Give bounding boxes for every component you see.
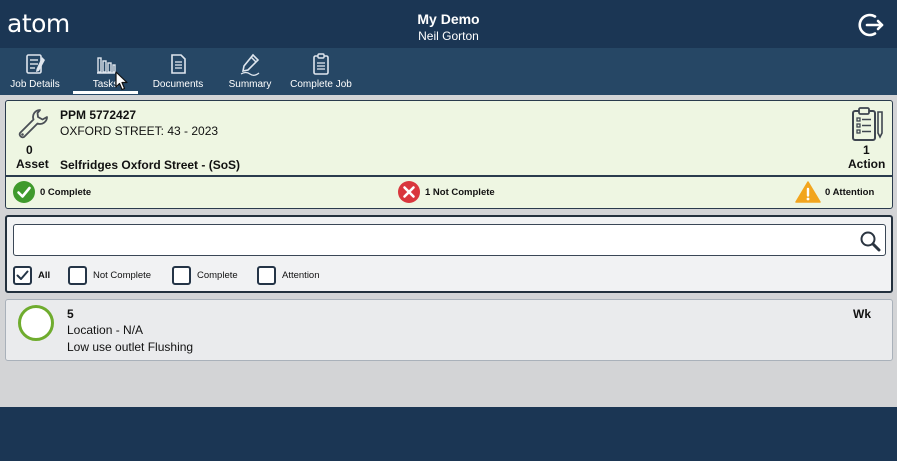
- tab-label: Summary: [228, 79, 272, 90]
- site-name: Selfridges Oxford Street - (SoS): [60, 158, 241, 172]
- filter-attention-checkbox[interactable]: Attention: [257, 265, 320, 285]
- check-circle-icon: [13, 181, 35, 203]
- documents-icon: [171, 54, 186, 74]
- asset-count: 0: [26, 143, 33, 157]
- filter-label: Not Complete: [93, 269, 152, 281]
- task-description: Low use outlet Flushing: [67, 340, 194, 354]
- summary-icon: [240, 53, 260, 76]
- active-tab-indicator: [73, 91, 138, 94]
- task-location: Location - N/A: [67, 323, 144, 337]
- tab-documents[interactable]: Documents: [150, 48, 206, 95]
- job-details-icon: [26, 54, 45, 74]
- filter-label: All: [38, 269, 51, 281]
- complete-job-icon: [313, 53, 329, 75]
- ppm-number: PPM 5772427: [60, 108, 137, 122]
- search-icon[interactable]: [859, 230, 881, 252]
- mouse-cursor-icon: [115, 71, 128, 91]
- job-street: OXFORD STREET: 43 - 2023: [60, 124, 219, 138]
- search-input[interactable]: [13, 224, 886, 256]
- task-number: 5: [67, 307, 74, 321]
- x-circle-icon: [398, 181, 420, 203]
- action-label: Action: [848, 157, 886, 171]
- task-filter-panel: All Not Complete Complete Attention: [5, 215, 893, 293]
- action-count: 1: [863, 143, 870, 157]
- attention-stat[interactable]: 0 Attention: [795, 179, 874, 205]
- tab-complete-job[interactable]: Complete Job: [288, 48, 354, 95]
- checkbox-unchecked[interactable]: [257, 265, 276, 285]
- app-header: atom My Demo Neil Gorton: [0, 0, 897, 48]
- tab-label: Complete Job: [290, 79, 352, 90]
- warning-icon: [795, 181, 821, 203]
- filter-not-complete-checkbox[interactable]: Not Complete: [68, 265, 151, 285]
- complete-stat[interactable]: 0 Complete: [12, 179, 91, 205]
- page-title: My Demo: [417, 11, 480, 27]
- check-icon: [16, 270, 29, 280]
- clipboard-icon: [852, 107, 883, 141]
- task-frequency: Wk: [853, 307, 871, 321]
- filter-label: Complete: [197, 269, 238, 281]
- filter-label: Attention: [282, 269, 320, 281]
- tab-label: Documents: [152, 79, 204, 90]
- tab-label: Job Details: [10, 79, 60, 90]
- user-name: Neil Gorton: [418, 29, 479, 43]
- tab-summary[interactable]: Summary: [224, 48, 276, 95]
- attention-count: 0 Attention: [825, 186, 875, 198]
- job-summary-panel: 0 Asset PPM 5772427 OXFORD STREET: 43 - …: [5, 100, 893, 209]
- bottom-bar: [0, 407, 897, 461]
- task-card[interactable]: 5 Location - N/A Low use outlet Flushing…: [5, 299, 893, 361]
- checkbox-unchecked[interactable]: [68, 265, 87, 285]
- tab-bar: Job Details Tasks Documents Summary Comp…: [0, 48, 897, 95]
- filter-complete-checkbox[interactable]: Complete: [172, 265, 238, 285]
- not-complete-stat[interactable]: 1 Not Complete: [397, 179, 495, 205]
- filter-all-checkbox[interactable]: All: [13, 265, 50, 285]
- wrench-icon: [18, 109, 48, 139]
- task-status-ring[interactable]: [18, 305, 54, 341]
- divider: [6, 175, 892, 177]
- not-complete-count: 1 Not Complete: [425, 186, 495, 198]
- asset-label: Asset: [16, 157, 49, 171]
- checkbox-checked[interactable]: [13, 265, 32, 285]
- checkbox-unchecked[interactable]: [172, 265, 191, 285]
- tab-job-details[interactable]: Job Details: [6, 48, 64, 95]
- complete-count: 0 Complete: [40, 186, 92, 198]
- tasks-icon: [96, 57, 116, 74]
- logout-icon[interactable]: [858, 11, 886, 39]
